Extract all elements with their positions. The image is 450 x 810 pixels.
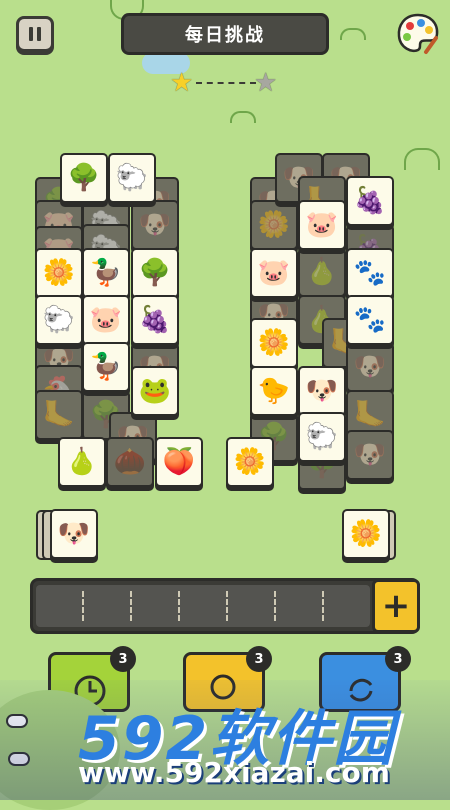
tile-grapes[interactable]: 🍇 [346, 176, 394, 226]
tile-footprint[interactable]: 🐾 [346, 295, 394, 345]
pause-button[interactable] [16, 16, 54, 52]
tile-covered: 🐶 [346, 342, 394, 392]
tile-pig[interactable]: 🐷 [82, 295, 130, 345]
bush-decor [230, 111, 256, 123]
tile-flower[interactable]: 🌼 [250, 318, 298, 368]
tile-sheep[interactable]: 🐑 [108, 153, 156, 203]
tile-bush[interactable]: 🌳 [60, 153, 108, 203]
palette-icon[interactable] [396, 12, 440, 56]
slot-divider [178, 591, 180, 621]
tile-covered: 🌼 [250, 200, 298, 250]
tile-chick[interactable]: 🐤 [250, 366, 298, 416]
slot-divider [226, 591, 228, 621]
tile-sheep[interactable]: 🐑 [35, 295, 83, 345]
tile-covered: 🌰 [106, 437, 154, 487]
tile-flower[interactable]: 🌼 [342, 509, 390, 559]
tile-bush[interactable]: 🌳 [131, 248, 179, 298]
star-icon-filled: ★ [170, 68, 194, 98]
tile-frog[interactable]: 🐸 [131, 366, 179, 416]
tile-flower[interactable]: 🌼 [226, 437, 274, 487]
tile-duck[interactable]: 🦆 [82, 248, 130, 298]
slot-divider [130, 591, 132, 621]
tile-covered: 🦶 [35, 390, 83, 440]
hint-count-badge: 3 [246, 646, 272, 672]
tile-footprint[interactable]: 🐾 [346, 248, 394, 298]
tile-peach[interactable]: 🍑 [155, 437, 203, 487]
tile-pug[interactable]: 🐶 [50, 509, 98, 559]
tile-sheep[interactable]: 🐑 [298, 412, 346, 462]
undo-count-badge: 3 [110, 646, 136, 672]
shuffle-count-badge: 3 [385, 646, 411, 672]
tile-flower[interactable]: 🌼 [35, 248, 83, 298]
tile-duck[interactable]: 🦆 [82, 342, 130, 392]
bush-decor [404, 148, 440, 170]
slot-divider [82, 591, 84, 621]
tile-covered: 🍐 [298, 247, 346, 297]
watermark-url: www.592xiazai.com [78, 756, 390, 789]
bush-decor [340, 28, 366, 40]
tile-pug[interactable]: 🐶 [298, 366, 346, 416]
tile-pig[interactable]: 🐷 [250, 248, 298, 298]
add-slot-button[interactable]: + [372, 579, 420, 633]
tray-slots [36, 585, 370, 627]
tile-grapes[interactable]: 🍇 [131, 295, 179, 345]
tile-covered: 🐶 [131, 200, 179, 250]
slot-divider [274, 591, 276, 621]
tile-pig[interactable]: 🐷 [298, 200, 346, 250]
progress-path [196, 82, 256, 84]
slot-divider [322, 591, 324, 621]
tile-covered: 🐶 [346, 430, 394, 480]
pause-icon [29, 27, 33, 41]
star-icon-empty: ★ [254, 68, 278, 98]
page-title: 每日挑战 [121, 13, 329, 55]
tile-pear[interactable]: 🍐 [58, 437, 106, 487]
